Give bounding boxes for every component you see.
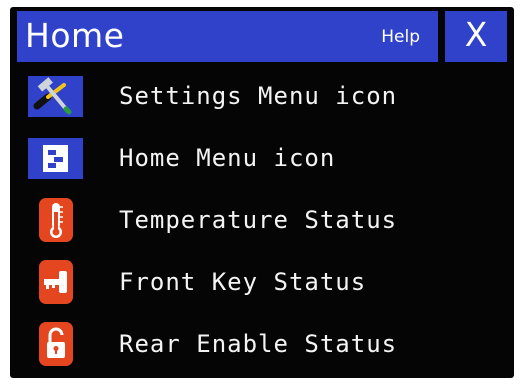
thermometer-icon [39,198,73,242]
home-menu-icon [28,138,83,179]
help-button[interactable]: Help [381,27,420,47]
unlocked-padlock-icon [39,322,73,366]
list-item-label: Temperature Status [119,206,398,234]
list-item-temperature-status[interactable]: Temperature Status [10,195,514,247]
list-item-home[interactable]: Home Menu icon [10,133,514,185]
list-item-label: Settings Menu icon [119,82,398,110]
list-item-label: Home Menu icon [119,144,336,172]
list-item-settings[interactable]: Settings Menu icon [10,71,514,123]
settings-tools-icon [28,76,83,117]
list-item-rear-enable-status[interactable]: Rear Enable Status [10,319,514,371]
key-icon [39,260,73,304]
list-item-label: Front Key Status [119,268,367,296]
list-item-front-key-status[interactable]: Front Key Status [10,257,514,309]
title-bar: Home Help [17,11,438,62]
close-button[interactable]: X [445,11,507,62]
device-screen: Home Help X Settings Menu icon Home Menu… [10,7,514,378]
list-item-label: Rear Enable Status [119,330,398,358]
page-title: Home [25,16,125,55]
